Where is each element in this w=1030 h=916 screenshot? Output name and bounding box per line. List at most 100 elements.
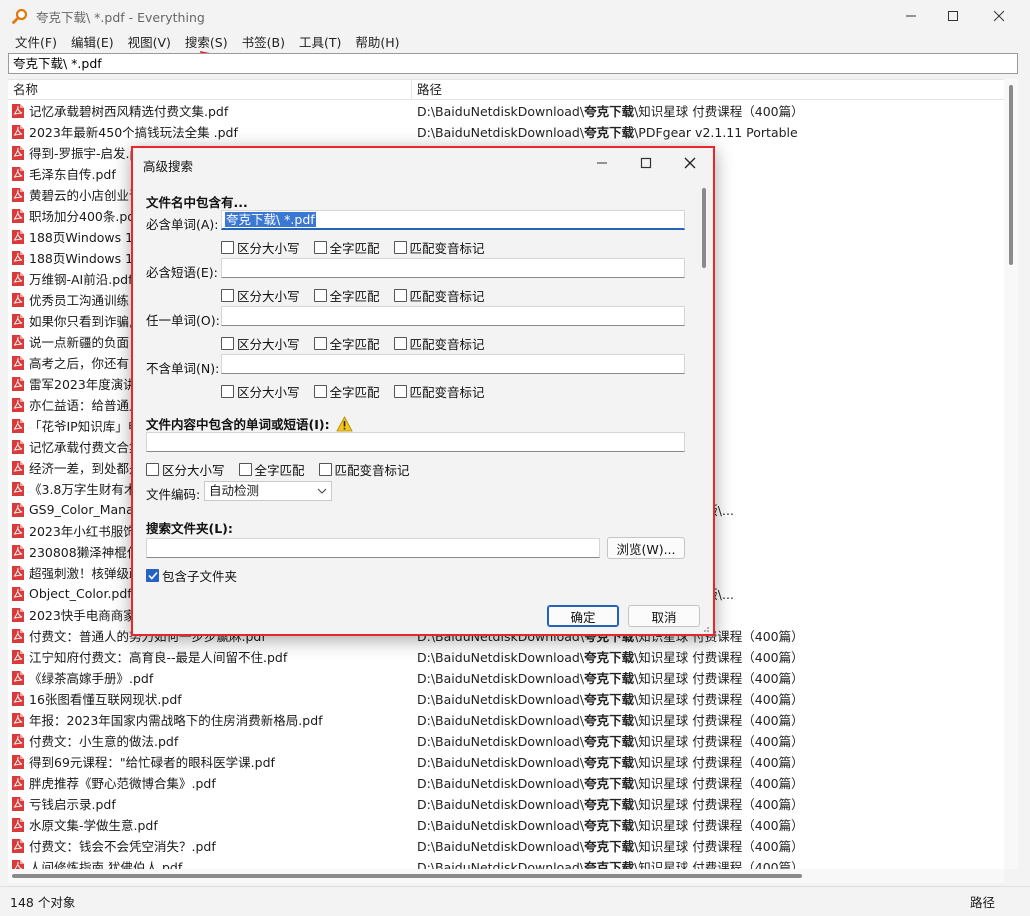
path-match: 夸克下载 <box>584 818 635 833</box>
file-name-cell: 16张图看懂互联网现状.pdf <box>8 689 412 708</box>
search-input[interactable]: 夸克下载\ *.pdf <box>8 53 1018 74</box>
not-words-whole-checkbox[interactable]: 全字匹配 <box>313 382 380 401</box>
must-words-input[interactable]: 夸克下载\ *.pdf <box>221 210 685 230</box>
checkmark-icon <box>146 569 159 582</box>
status-bar: 148 个对象 路径 <box>0 886 1030 916</box>
list-item[interactable]: 16张图看懂互联网现状.pdf D:\BaiduNetdiskDownload\夸… <box>8 688 1004 709</box>
file-name: 2023年最新450个搞钱玩法全集 .pdf <box>29 125 238 140</box>
vertical-scrollbar[interactable] <box>1004 79 1018 869</box>
must-phrase-whole-checkbox[interactable]: 全字匹配 <box>313 286 380 305</box>
path-match: 夸克下载 <box>584 650 635 665</box>
list-item[interactable]: 胖虎推荐《野心范微博合集》.pdf D:\BaiduNetdiskDownload… <box>8 772 1004 793</box>
pdf-file-icon <box>12 691 24 706</box>
folder-input[interactable] <box>146 538 600 558</box>
maximize-button[interactable] <box>930 0 976 32</box>
list-item[interactable]: 亏钱启示录.pdf D:\BaiduNetdiskDownload\夸克下载\知识… <box>8 793 1004 814</box>
content-case-checkbox[interactable]: 区分大小写 <box>146 460 225 479</box>
path-suffix: \知识星球 付费课程（400篇） <box>634 818 804 833</box>
must-phrase-diacritics-checkbox[interactable]: 匹配变音标记 <box>393 286 485 305</box>
file-name-cell: 付费文：钱会不会凭空消失？.pdf <box>8 836 412 855</box>
file-path-cell: D:\BaiduNetdiskDownload\夸克下载\知识星球 付费课程（4… <box>412 647 1004 666</box>
not-words-case-checkbox[interactable]: 区分大小写 <box>221 382 300 401</box>
vertical-scroll-thumb[interactable] <box>1009 85 1013 265</box>
dialog-minimize-button[interactable] <box>589 152 615 174</box>
menu-help[interactable]: 帮助(H) <box>348 30 406 53</box>
list-item[interactable]: 江宁知府付费文：高育良--最是人间留不住.pdf D:\BaiduNetdiskD… <box>8 646 1004 667</box>
menu-view[interactable]: 视图(V) <box>121 30 178 53</box>
path-match: 夸克下载 <box>584 104 635 119</box>
close-button[interactable] <box>976 0 1022 32</box>
not-words-diacritics-checkbox[interactable]: 匹配变音标记 <box>393 382 485 401</box>
file-name: 记忆承载付费文合集 <box>29 440 142 455</box>
include-subfolders-checkbox[interactable]: 包含子文件夹 <box>146 566 237 585</box>
file-name-cell: 记忆承载碧树西风精选付费文集.pdf <box>8 101 412 120</box>
content-whole-checkbox[interactable]: 全字匹配 <box>238 460 305 479</box>
path-prefix: D:\BaiduNetdiskDownload\ <box>417 734 585 749</box>
path-suffix: \知识星球 付费课程（400篇） <box>634 713 804 728</box>
column-header-path[interactable]: 路径 <box>412 80 1004 99</box>
pdf-file-icon <box>12 334 24 349</box>
column-header-name[interactable]: 名称 <box>8 80 412 99</box>
file-path-cell: D:\BaiduNetdiskDownload\夸克下载\知识星球 付费课程（4… <box>412 773 1004 792</box>
not-words-input[interactable] <box>221 354 685 374</box>
must-phrase-label: 必含短语(E): <box>146 265 218 280</box>
content-options: 区分大小写 全字匹配 匹配变音标记 <box>146 460 424 479</box>
file-name: 记忆承载碧树西风精选付费文集.pdf <box>29 104 229 119</box>
file-name: 万维钢-AI前沿.pdf <box>29 272 133 287</box>
any-word-case-checkbox[interactable]: 区分大小写 <box>221 334 300 353</box>
pdf-file-icon <box>12 124 24 139</box>
encoding-selected-value: 自动检测 <box>209 483 260 498</box>
resize-grip-icon[interactable] <box>700 623 710 633</box>
cancel-button[interactable]: 取消 <box>628 605 700 627</box>
list-item[interactable]: 《绿茶高嫁手册》.pdf D:\BaiduNetdiskDownload\夸克下载… <box>8 667 1004 688</box>
any-word-whole-checkbox[interactable]: 全字匹配 <box>313 334 380 353</box>
list-item[interactable]: 年报：2023年国家内需战略下的住房消费新格局.pdf D:\BaiduNetdi… <box>8 709 1004 730</box>
browse-button[interactable]: 浏览(W)... <box>607 537 685 559</box>
must-words-case-checkbox[interactable]: 区分大小写 <box>221 238 300 257</box>
menu-bookmarks[interactable]: 书签(B) <box>235 30 292 53</box>
dialog-close-button[interactable] <box>677 152 703 174</box>
must-words-diacritics-checkbox[interactable]: 匹配变音标记 <box>393 238 485 257</box>
file-name: 年报：2023年国家内需战略下的住房消费新格局.pdf <box>29 713 323 728</box>
minimize-button[interactable] <box>888 0 934 32</box>
content-input[interactable] <box>146 432 685 452</box>
horizontal-scrollbar[interactable] <box>8 869 1004 883</box>
must-words-selected-text: 夸克下载\ *.pdf <box>225 212 316 227</box>
menu-file[interactable]: 文件(F) <box>8 30 64 53</box>
any-word-diacritics-checkbox[interactable]: 匹配变音标记 <box>393 334 485 353</box>
list-item[interactable]: 付费文：钱会不会凭空消失？.pdf D:\BaiduNetdiskDownload… <box>8 835 1004 856</box>
dialog-maximize-button[interactable] <box>633 152 659 174</box>
pdf-file-icon <box>12 817 24 832</box>
file-name: 优秀员工沟通训练 <box>29 293 130 308</box>
horizontal-scroll-thumb[interactable] <box>12 874 802 878</box>
must-phrase-input[interactable] <box>221 258 685 278</box>
list-item[interactable]: 2023年最新450个搞钱玩法全集 .pdf D:\BaiduNetdiskDow… <box>8 121 1004 142</box>
file-name: 黄碧云的小店创业课 <box>29 188 142 203</box>
list-item[interactable]: 人间修炼指南 犹佛伯人.pdf D:\BaiduNetdiskDownload\夸… <box>8 856 1004 869</box>
pdf-file-icon <box>12 628 24 643</box>
chevron-down-icon <box>317 488 327 494</box>
not-words-label: 不含单词(N): <box>146 361 220 376</box>
must-phrase-case-checkbox[interactable]: 区分大小写 <box>221 286 300 305</box>
path-suffix: \PDFgear v2.1.11 Portable <box>634 125 798 140</box>
ok-button[interactable]: 确定 <box>547 605 619 627</box>
not-words-options: 区分大小写 全字匹配 匹配变音标记 <box>221 382 499 401</box>
menu-tools[interactable]: 工具(T) <box>292 30 348 53</box>
title-bar[interactable]: 夸克下载\ *.pdf - Everything <box>0 0 1030 32</box>
list-item[interactable]: 记忆承载碧树西风精选付费文集.pdf D:\BaiduNetdiskDownloa… <box>8 100 1004 121</box>
path-match: 夸克下载 <box>584 692 635 707</box>
file-name-cell: 得到69元课程："给忙碌者的眼科医学课.pdf <box>8 752 412 771</box>
must-words-whole-checkbox[interactable]: 全字匹配 <box>313 238 380 257</box>
encoding-select[interactable]: 自动检测 <box>204 481 332 501</box>
content-diacritics-checkbox[interactable]: 匹配变音标记 <box>318 460 410 479</box>
pdf-file-icon <box>12 208 24 223</box>
any-word-input[interactable] <box>221 306 685 326</box>
folder-section-title: 搜索文件夹(L): <box>146 521 233 536</box>
list-item[interactable]: 水原文集-学做生意.pdf D:\BaiduNetdiskDownload\夸克下… <box>8 814 1004 835</box>
file-name: 2023快手电商商家 <box>29 608 136 623</box>
menu-edit[interactable]: 编辑(E) <box>64 30 121 53</box>
file-name: 《3.8万字生财有术 <box>29 482 137 497</box>
list-item[interactable]: 得到69元课程："给忙碌者的眼科医学课.pdf D:\BaiduNetdiskDo… <box>8 751 1004 772</box>
list-item[interactable]: 付费文：小生意的做法.pdf D:\BaiduNetdiskDownload\夸克… <box>8 730 1004 751</box>
dialog-scroll-thumb[interactable] <box>702 188 706 268</box>
